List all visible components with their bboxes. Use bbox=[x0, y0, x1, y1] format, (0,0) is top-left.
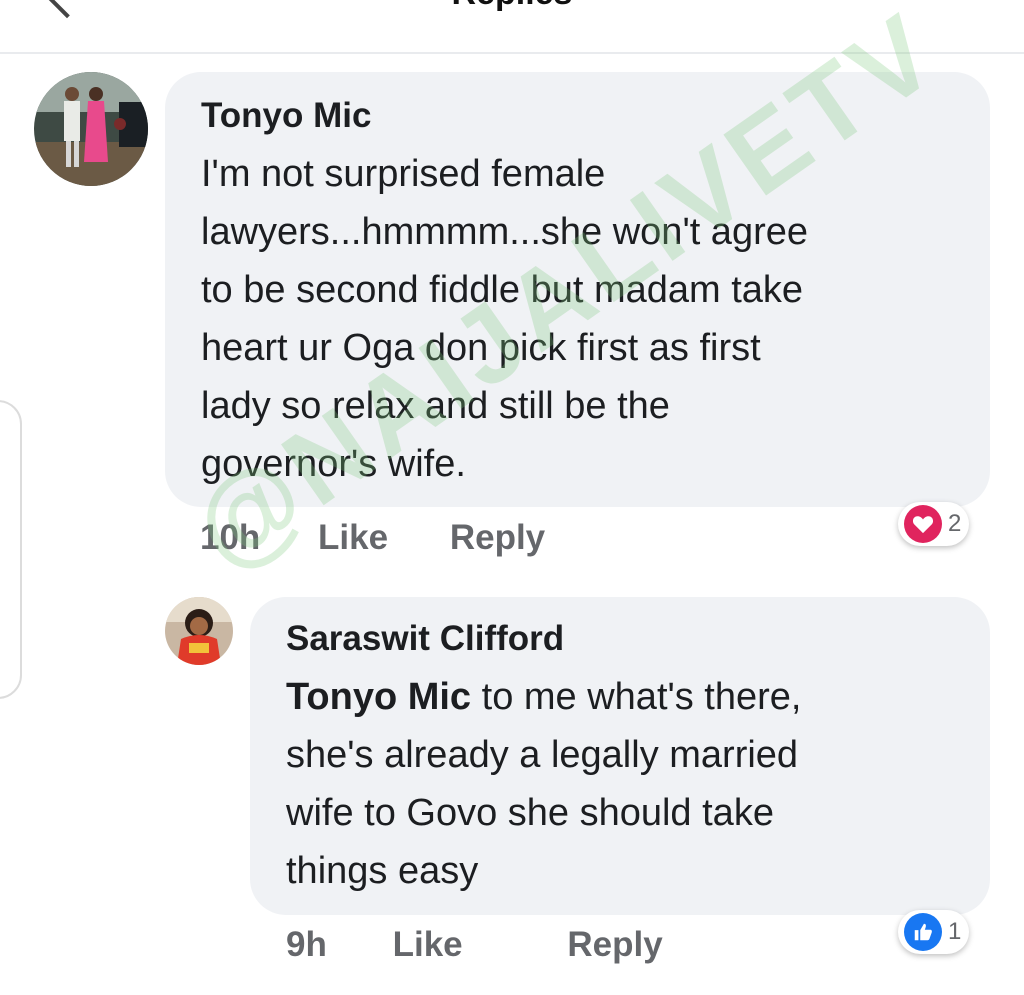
like-button[interactable]: Like bbox=[393, 925, 463, 964]
avatar[interactable] bbox=[165, 597, 233, 665]
reply-timestamp[interactable]: 9h bbox=[286, 925, 327, 964]
reply-button[interactable]: Reply bbox=[450, 518, 545, 557]
avatar[interactable] bbox=[34, 72, 148, 186]
reply-text: Tonyo Mic to me what's there, she's alre… bbox=[286, 668, 966, 900]
comment-line: wife to Govo she should take bbox=[286, 792, 774, 834]
reaction-count[interactable]: 1 bbox=[898, 910, 970, 954]
reply-button[interactable]: Reply bbox=[567, 925, 662, 964]
thumbs-up-icon bbox=[904, 913, 942, 951]
comment-line: she's already a legally married bbox=[286, 734, 799, 776]
reaction-count-value: 2 bbox=[948, 510, 962, 537]
left-panel-edge bbox=[0, 400, 22, 699]
heart-icon bbox=[904, 505, 942, 543]
comment-author[interactable]: Tonyo Mic bbox=[201, 96, 371, 136]
reaction-count[interactable]: 2 bbox=[898, 502, 970, 546]
comment-line: Tonyo Mic to me what's there, bbox=[286, 676, 802, 718]
comment-line: things easy bbox=[286, 850, 479, 892]
reply-author[interactable]: Saraswit Clifford bbox=[286, 619, 564, 659]
reply-meta: 9h Like Reply bbox=[286, 925, 663, 965]
mention-link[interactable]: Tonyo Mic bbox=[286, 676, 471, 718]
reaction-count-value: 1 bbox=[948, 918, 962, 945]
